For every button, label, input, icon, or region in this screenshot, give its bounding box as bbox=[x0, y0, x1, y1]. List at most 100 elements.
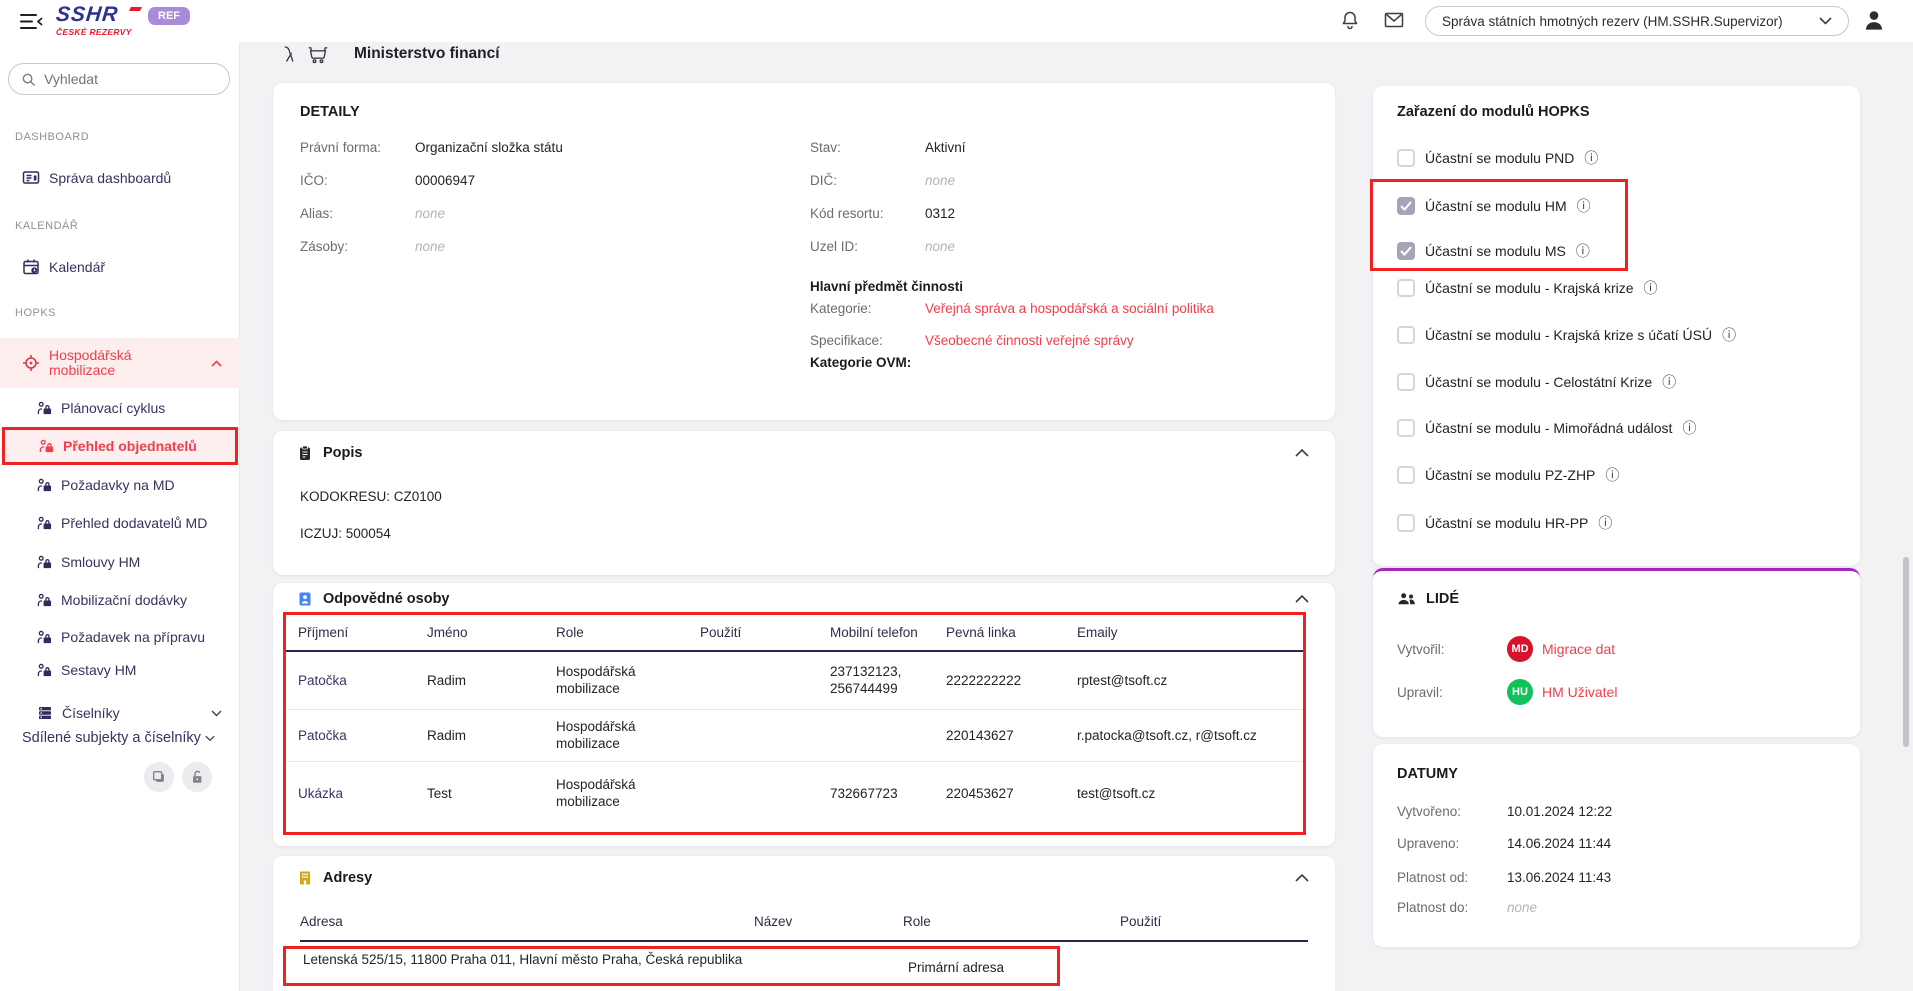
section-label-dashboard: DASHBOARD bbox=[15, 131, 89, 143]
checkbox[interactable] bbox=[1397, 326, 1415, 344]
messages-mail-icon[interactable] bbox=[1384, 12, 1404, 32]
sidebar-item-ciselniky[interactable]: Číselníky bbox=[0, 698, 240, 728]
module-row-hr-pp[interactable]: Účastní se modulu HR-PP ⓘ bbox=[1397, 511, 1612, 535]
section-label-kalendar: KALENDÁŘ bbox=[15, 220, 78, 232]
scrollbar-thumb[interactable] bbox=[1903, 557, 1909, 747]
checkbox[interactable] bbox=[1397, 149, 1415, 167]
module-row-pz-zhp[interactable]: Účastní se modulu PZ-ZHP ⓘ bbox=[1397, 463, 1619, 487]
person-briefcase-icon bbox=[37, 516, 52, 531]
modules-title: Zařazení do modulů HOPKS bbox=[1397, 104, 1590, 120]
checkbox[interactable] bbox=[1397, 373, 1415, 391]
collapse-chevron-up-icon[interactable] bbox=[1295, 595, 1309, 603]
person-briefcase-icon bbox=[37, 401, 52, 416]
date-row-updated: Upraveno:14.06.2024 11:44 bbox=[1397, 834, 1611, 852]
checkbox[interactable] bbox=[1397, 279, 1415, 297]
people-title: LIDÉ bbox=[1426, 591, 1459, 607]
module-row-hm[interactable]: Účastní se modulu HM ⓘ bbox=[1397, 194, 1591, 218]
field-specifikace: Specifikace:Všeobecné činnosti veřejné s… bbox=[810, 333, 1134, 351]
sidebar-item-sestavy-hm[interactable]: Sestavy HM bbox=[0, 655, 240, 685]
checkbox[interactable] bbox=[1397, 197, 1415, 215]
table-header-row: Příjmení Jméno Role Použití Mobilní tele… bbox=[286, 615, 1303, 651]
table-row[interactable]: Patočka Radim Hospodářská mobilizace 237… bbox=[286, 651, 1303, 709]
sidebar-item-sprava-dashboardu[interactable]: Správa dashboardů bbox=[0, 163, 240, 193]
sidebar-item-pozadavky-na-md[interactable]: Požadavky na MD bbox=[0, 470, 240, 500]
person-surname-link[interactable]: Ukázka bbox=[286, 761, 417, 825]
person-briefcase-icon bbox=[39, 439, 54, 454]
date-row-valid-from: Platnost od:13.06.2024 11:43 bbox=[1397, 868, 1611, 886]
logo-text: SSHR bbox=[55, 4, 157, 26]
date-row-valid-to: Platnost do:none bbox=[1397, 898, 1537, 916]
collapse-chevron-up-icon[interactable] bbox=[1295, 874, 1309, 882]
checkbox[interactable] bbox=[1397, 419, 1415, 437]
sidebar-item-sdilene-subjekty[interactable]: Sdílené subjekty a číselníky bbox=[22, 730, 215, 746]
info-icon[interactable]: ⓘ bbox=[1644, 281, 1658, 295]
sidebar-item-prehled-dodavatelu-md[interactable]: Přehled dodavatelů MD bbox=[0, 508, 240, 538]
col-header: Příjmení bbox=[286, 615, 417, 651]
checkbox[interactable] bbox=[1397, 514, 1415, 532]
role-selector[interactable]: Správa státních hmotných rezerv (HM.SSHR… bbox=[1425, 6, 1849, 36]
details-title: DETAILY bbox=[300, 104, 360, 120]
sidebar-item-pozadavek-na-pripravu[interactable]: Požadavek na přípravu bbox=[0, 622, 240, 652]
module-row-celostatni-krize[interactable]: Účastní se modulu - Celostátní Krize ⓘ bbox=[1397, 370, 1676, 394]
sidebar-item-hospodarska-mobilizace[interactable]: Hospodářská mobilizace bbox=[0, 338, 240, 388]
updated-by-link[interactable]: HM Uživatel bbox=[1542, 684, 1617, 700]
sidebar-item-prehled-objednatelu[interactable]: Přehled objednatelů bbox=[2, 427, 238, 465]
field-zasoby: Zásoby:none bbox=[300, 239, 445, 257]
info-icon[interactable]: ⓘ bbox=[1722, 328, 1736, 342]
user-avatar[interactable] bbox=[1862, 8, 1886, 32]
col-header: Role bbox=[903, 914, 931, 929]
module-row-ms[interactable]: Účastní se modulu MS ⓘ bbox=[1397, 239, 1590, 263]
notifications-bell-icon[interactable] bbox=[1340, 10, 1360, 30]
info-icon[interactable]: ⓘ bbox=[1584, 151, 1598, 165]
sidebar-item-mobilizacni-dodavky[interactable]: Mobilizační dodávky bbox=[0, 585, 240, 615]
col-header: Použití bbox=[1120, 914, 1161, 929]
field-kategorie: Kategorie:Veřejná správa a hospodářská a… bbox=[810, 301, 1214, 319]
unlock-icon bbox=[189, 769, 205, 785]
details-card: DETAILY Právní forma:Organizační složka … bbox=[273, 83, 1335, 420]
unlock-button[interactable] bbox=[182, 762, 212, 792]
created-by-link[interactable]: Migrace dat bbox=[1542, 641, 1615, 657]
info-icon[interactable]: ⓘ bbox=[1682, 421, 1696, 435]
person-surname-link[interactable]: Patočka bbox=[286, 709, 417, 761]
date-row-created: Vytvořeno:10.01.2024 12:22 bbox=[1397, 802, 1612, 820]
table-row[interactable]: Ukázka Test Hospodářská mobilizace 73266… bbox=[286, 761, 1303, 825]
module-row-krajska-krize-usu[interactable]: Účastní se modulu - Krajská krize s účat… bbox=[1397, 323, 1736, 347]
field-ico: IČO:00006947 bbox=[300, 173, 475, 191]
sidebar-collapse-icon[interactable] bbox=[20, 13, 44, 30]
search-icon bbox=[21, 72, 36, 87]
sidebar: DASHBOARD Správa dashboardů KALENDÁŘ Kal… bbox=[0, 42, 240, 991]
role-selector-value: Správa státních hmotných rezerv (HM.SSHR… bbox=[1442, 14, 1783, 29]
person-surname-link[interactable]: Patočka bbox=[286, 651, 417, 709]
info-icon[interactable]: ⓘ bbox=[1605, 468, 1619, 482]
table-header-divider bbox=[300, 940, 1308, 942]
info-icon[interactable]: ⓘ bbox=[1598, 516, 1612, 530]
info-icon[interactable]: ⓘ bbox=[1576, 244, 1590, 258]
kategorie-link[interactable]: Veřejná správa a hospodářská a sociální … bbox=[925, 301, 1214, 319]
sidebar-search[interactable] bbox=[8, 63, 230, 95]
clipboard-icon bbox=[297, 445, 313, 461]
table-row[interactable]: Patočka Radim Hospodářská mobilizace 220… bbox=[286, 709, 1303, 761]
info-icon[interactable]: ⓘ bbox=[1577, 199, 1591, 213]
module-row-pnd[interactable]: Účastní se modulu PND ⓘ bbox=[1397, 146, 1598, 170]
top-bar: SSHR ČESKÉ REZERVY REF Správa státních h… bbox=[0, 0, 1913, 42]
search-input[interactable] bbox=[44, 71, 204, 87]
collapse-chevron-up-icon[interactable] bbox=[1295, 449, 1309, 457]
info-icon[interactable]: ⓘ bbox=[1662, 375, 1676, 389]
responsible-persons-title: Odpovědné osoby bbox=[323, 591, 450, 607]
sshr-logo[interactable]: SSHR ČESKÉ REZERVY bbox=[56, 4, 156, 37]
person-briefcase-icon bbox=[37, 593, 52, 608]
catalog-icon bbox=[37, 705, 53, 721]
sidebar-item-planovaci-cyklus[interactable]: Plánovací cyklus bbox=[0, 393, 240, 423]
field-kod-resortu: Kód resortu:0312 bbox=[810, 206, 955, 224]
checkbox[interactable] bbox=[1397, 242, 1415, 260]
module-row-krajska-krize[interactable]: Účastní se modulu - Krajská krize ⓘ bbox=[1397, 276, 1658, 300]
checkbox[interactable] bbox=[1397, 466, 1415, 484]
module-row-mimoradna-udalost[interactable]: Účastní se modulu - Mimořádná událost ⓘ bbox=[1397, 416, 1696, 440]
copy-button[interactable] bbox=[144, 762, 174, 792]
description-line: KODOKRESU: CZ0100 bbox=[300, 489, 442, 504]
people-card: LIDÉ Vytvořil: MD Migrace dat Upravil: H… bbox=[1373, 568, 1860, 737]
sidebar-item-smlouvy-hm[interactable]: Smlouvy HM bbox=[0, 547, 240, 577]
address-value: Letenská 525/15, 11800 Praha 011, Hlavní… bbox=[303, 952, 783, 968]
sidebar-item-kalendar[interactable]: Kalendář bbox=[0, 252, 240, 282]
specifikace-link[interactable]: Všeobecné činnosti veřejné správy bbox=[925, 333, 1134, 351]
